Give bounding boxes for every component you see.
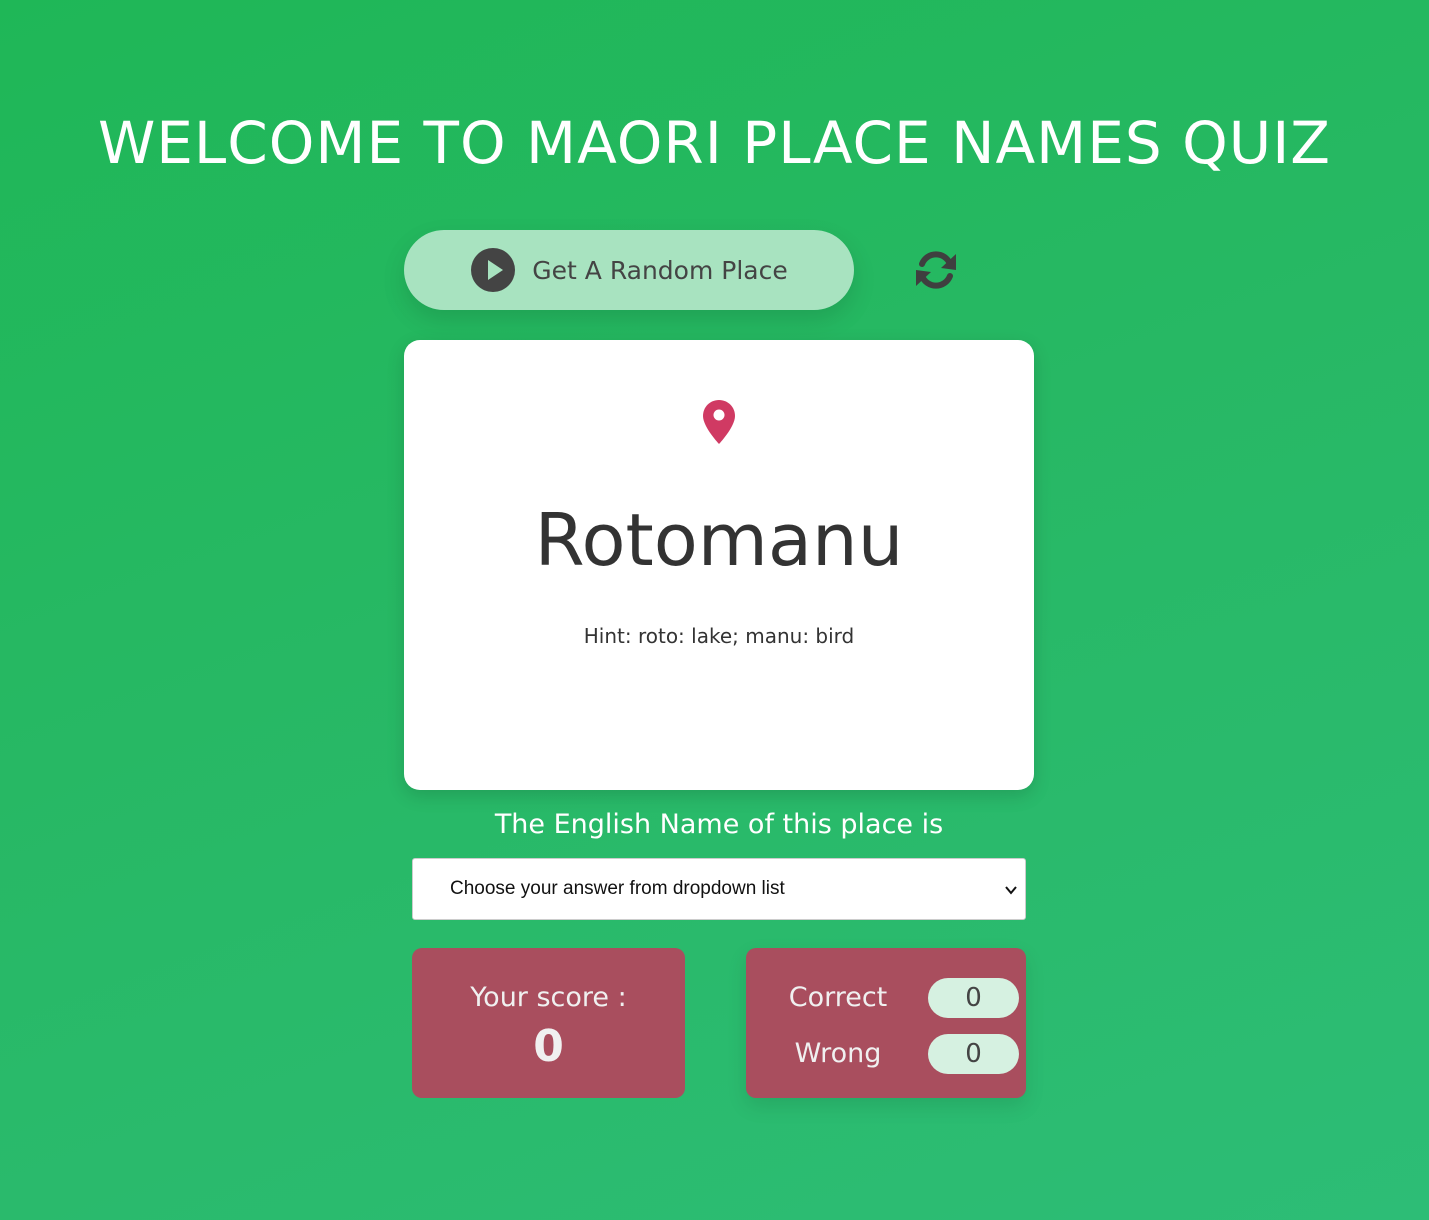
score-panel: Your score : 0 <box>412 948 685 1098</box>
play-circle-icon <box>471 248 516 292</box>
wrong-count-badge: 0 <box>928 1034 1019 1074</box>
get-random-place-button[interactable]: Get A Random Place <box>404 230 854 310</box>
score-value: 0 <box>533 1021 564 1072</box>
tally-panel: Correct 0 Wrong 0 <box>746 948 1026 1098</box>
refresh-icon[interactable] <box>912 246 960 294</box>
wrong-label: Wrong <box>794 1038 882 1069</box>
answer-dropdown-value: Choose your answer from dropdown list <box>450 878 785 899</box>
page-title: WELCOME TO MAORI PLACE NAMES QUIZ <box>97 109 1332 177</box>
place-hint: Hint: roto: lake; manu: bird <box>583 624 855 648</box>
question-label: The English Name of this place is <box>494 809 944 840</box>
place-card: Rotomanu Hint: roto: lake; manu: bird <box>404 340 1034 790</box>
correct-count-badge: 0 <box>928 978 1019 1018</box>
answer-dropdown[interactable]: Choose your answer from dropdown list <box>412 858 1026 920</box>
chevron-down-icon <box>1005 886 1017 895</box>
correct-label: Correct <box>788 982 888 1013</box>
place-name: Rotomanu <box>534 498 904 582</box>
score-label: Your score : <box>470 982 627 1013</box>
map-pin-icon <box>703 400 735 444</box>
get-random-place-label: Get A Random Place <box>532 255 788 285</box>
